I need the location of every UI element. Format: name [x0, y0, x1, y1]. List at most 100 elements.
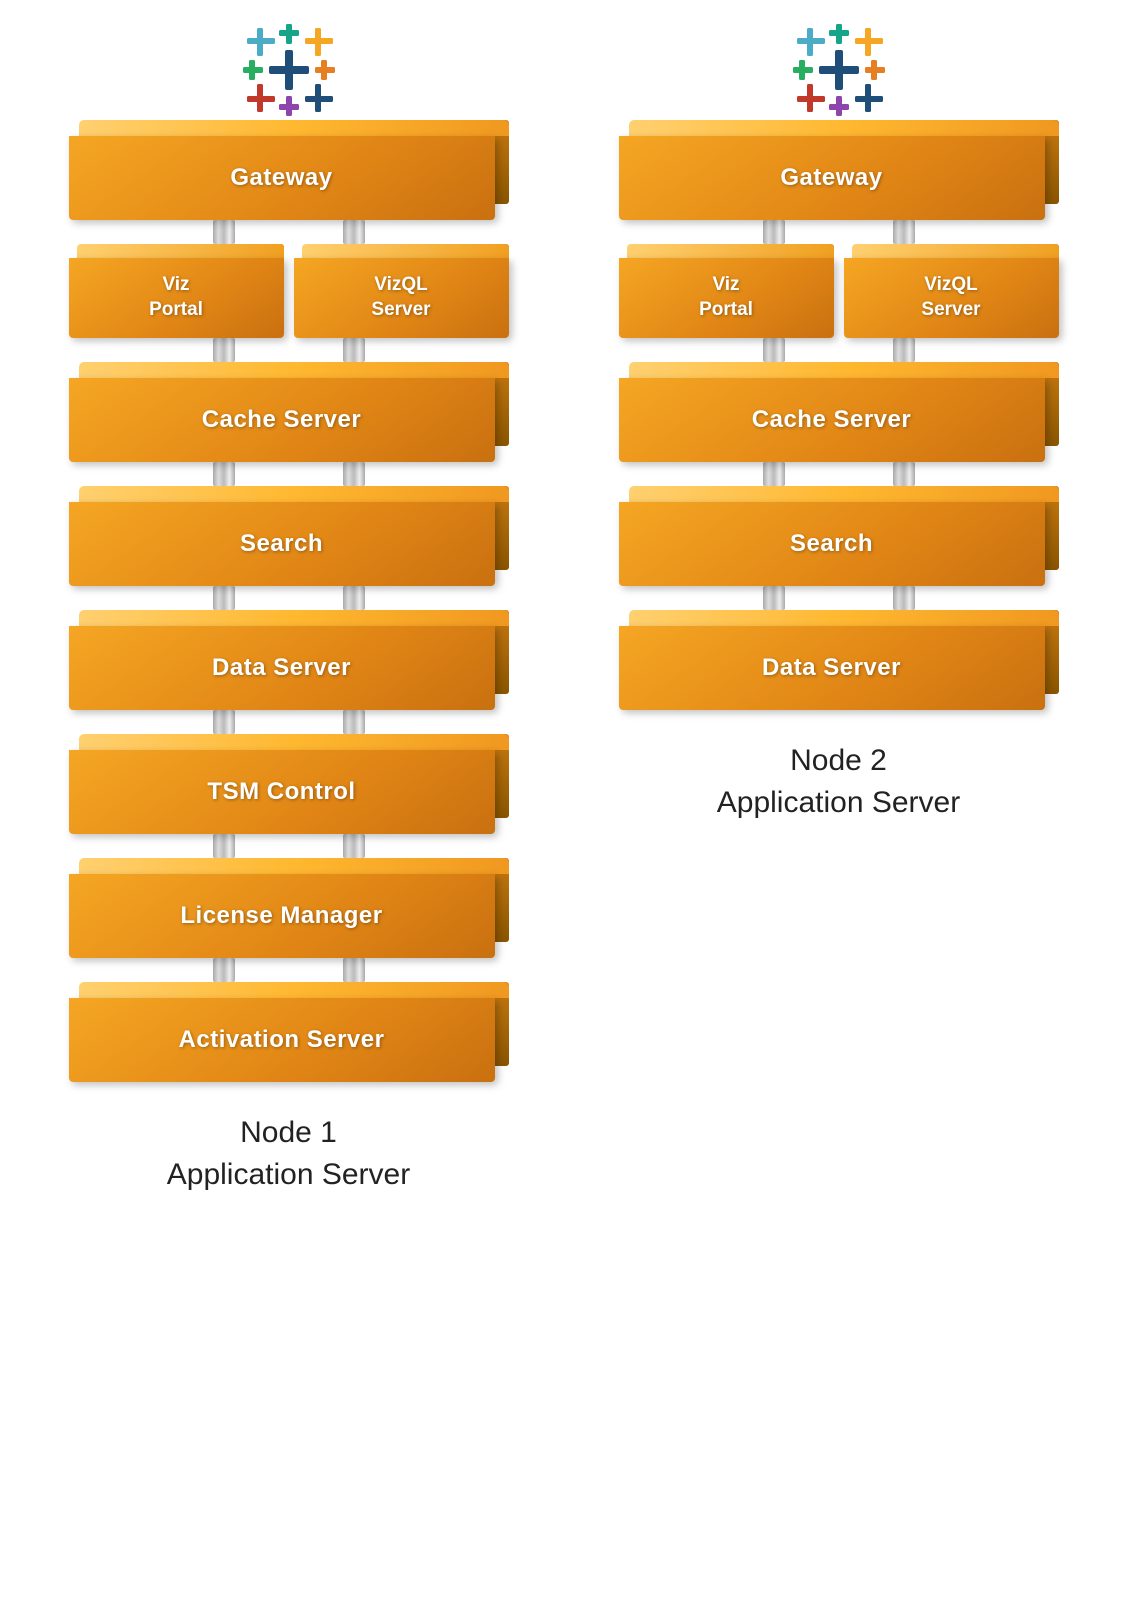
gateway1-front: Gateway — [69, 136, 495, 220]
node1-viz-portal-block: Viz Portal — [69, 244, 284, 338]
activation1-label: Activation Server — [179, 1026, 385, 1054]
connector-after-tsm1 — [69, 834, 509, 858]
rod7b — [343, 958, 365, 982]
page-container: Gateway Viz Portal VizQL Serv — [14, 20, 1114, 1196]
activation1-front: Activation Server — [69, 998, 495, 1082]
search1-label: Search — [240, 530, 323, 558]
cache1-top — [79, 362, 509, 378]
dataserver2-top — [629, 610, 1059, 626]
connector-after-double2 — [619, 338, 1059, 362]
rod9b — [893, 338, 915, 362]
rod11a — [763, 586, 785, 610]
search2-top — [629, 486, 1059, 502]
search1-front: Search — [69, 502, 495, 586]
node2-viz-portal-block: Viz Portal — [619, 244, 834, 338]
gateway2-front: Gateway — [619, 136, 1045, 220]
node2-logo — [789, 20, 889, 120]
rod4a — [213, 586, 235, 610]
vizql1-label: VizQL Server — [371, 273, 430, 322]
rod7a — [213, 958, 235, 982]
vizql1-top — [302, 244, 509, 258]
search2-front: Search — [619, 502, 1045, 586]
dataserver2-front: Data Server — [619, 626, 1045, 710]
connector-after-search2 — [619, 586, 1059, 610]
viz-portal2-top — [627, 244, 834, 258]
license1-label: License Manager — [180, 902, 382, 930]
rod1a — [213, 220, 235, 244]
viz-portal1-top — [77, 244, 284, 258]
vizql2-label: VizQL Server — [921, 273, 980, 322]
rod11b — [893, 586, 915, 610]
rod3b — [343, 462, 365, 486]
node1-activation-block: Activation Server — [69, 982, 509, 1082]
tsm1-label: TSM Control — [207, 778, 355, 806]
node1-cache-block: Cache Server — [69, 362, 509, 462]
rod8a — [763, 220, 785, 244]
search1-top — [79, 486, 509, 502]
node1-dataserver-block: Data Server — [69, 610, 509, 710]
rod10a — [763, 462, 785, 486]
node2-double-block: Viz Portal VizQL Server — [619, 244, 1059, 338]
viz-portal1-front: Viz Portal — [69, 258, 284, 338]
connector-after-cache2 — [619, 462, 1059, 486]
search2-label: Search — [790, 530, 873, 558]
rod6a — [213, 834, 235, 858]
node1-license-block: License Manager — [69, 858, 509, 958]
gateway2-label: Gateway — [780, 164, 882, 192]
node2-label-line2: Application Server — [717, 782, 960, 824]
rod5b — [343, 710, 365, 734]
gateway1-label: Gateway — [230, 164, 332, 192]
dataserver1-front: Data Server — [69, 626, 495, 710]
license1-front: License Manager — [69, 874, 495, 958]
node1-vizql-block: VizQL Server — [294, 244, 509, 338]
node1-tsm-block: TSM Control — [69, 734, 509, 834]
cache1-front: Cache Server — [69, 378, 495, 462]
rod4b — [343, 586, 365, 610]
node2-label-line1: Node 2 — [717, 740, 960, 782]
connector-after-gateway1 — [69, 220, 509, 244]
node1-label-line2: Application Server — [167, 1154, 410, 1196]
license1-top — [79, 858, 509, 874]
node2-cache-block: Cache Server — [619, 362, 1059, 462]
rod8b — [893, 220, 915, 244]
node2-gateway-block: Gateway — [619, 120, 1059, 220]
connector-after-license1 — [69, 958, 509, 982]
rod1b — [343, 220, 365, 244]
rod2b — [343, 338, 365, 362]
gateway2-top — [629, 120, 1059, 136]
dataserver2-label: Data Server — [762, 654, 901, 682]
vizql2-front: VizQL Server — [844, 258, 1059, 338]
node1-label: Node 1 Application Server — [167, 1112, 410, 1196]
vizql2-top — [852, 244, 1059, 258]
connector-after-cache1 — [69, 462, 509, 486]
viz-portal1-label: Viz Portal — [149, 273, 203, 322]
dataserver1-top — [79, 610, 509, 626]
node1-gateway-block: Gateway — [69, 120, 509, 220]
dataserver1-label: Data Server — [212, 654, 351, 682]
rod9a — [763, 338, 785, 362]
node2-column: Gateway Viz Portal VizQL Serv — [594, 20, 1084, 824]
rod3a — [213, 462, 235, 486]
node1-double-block: Viz Portal VizQL Server — [69, 244, 509, 338]
connector-after-double1 — [69, 338, 509, 362]
rod10b — [893, 462, 915, 486]
rod5a — [213, 710, 235, 734]
node1-label-line1: Node 1 — [167, 1112, 410, 1154]
gateway1-top — [79, 120, 509, 136]
cache2-label: Cache Server — [752, 406, 911, 434]
node1-search-block: Search — [69, 486, 509, 586]
connector-after-search1 — [69, 586, 509, 610]
rod2a — [213, 338, 235, 362]
node2-label: Node 2 Application Server — [717, 740, 960, 824]
viz-portal2-label: Viz Portal — [699, 273, 753, 322]
cache2-top — [629, 362, 1059, 378]
node1-logo — [239, 20, 339, 120]
connector-after-dataserver1 — [69, 710, 509, 734]
rod6b — [343, 834, 365, 858]
cache2-front: Cache Server — [619, 378, 1045, 462]
connector-after-gateway2 — [619, 220, 1059, 244]
viz-portal2-front: Viz Portal — [619, 258, 834, 338]
cache1-label: Cache Server — [202, 406, 361, 434]
tsm1-top — [79, 734, 509, 750]
node2-dataserver-block: Data Server — [619, 610, 1059, 710]
